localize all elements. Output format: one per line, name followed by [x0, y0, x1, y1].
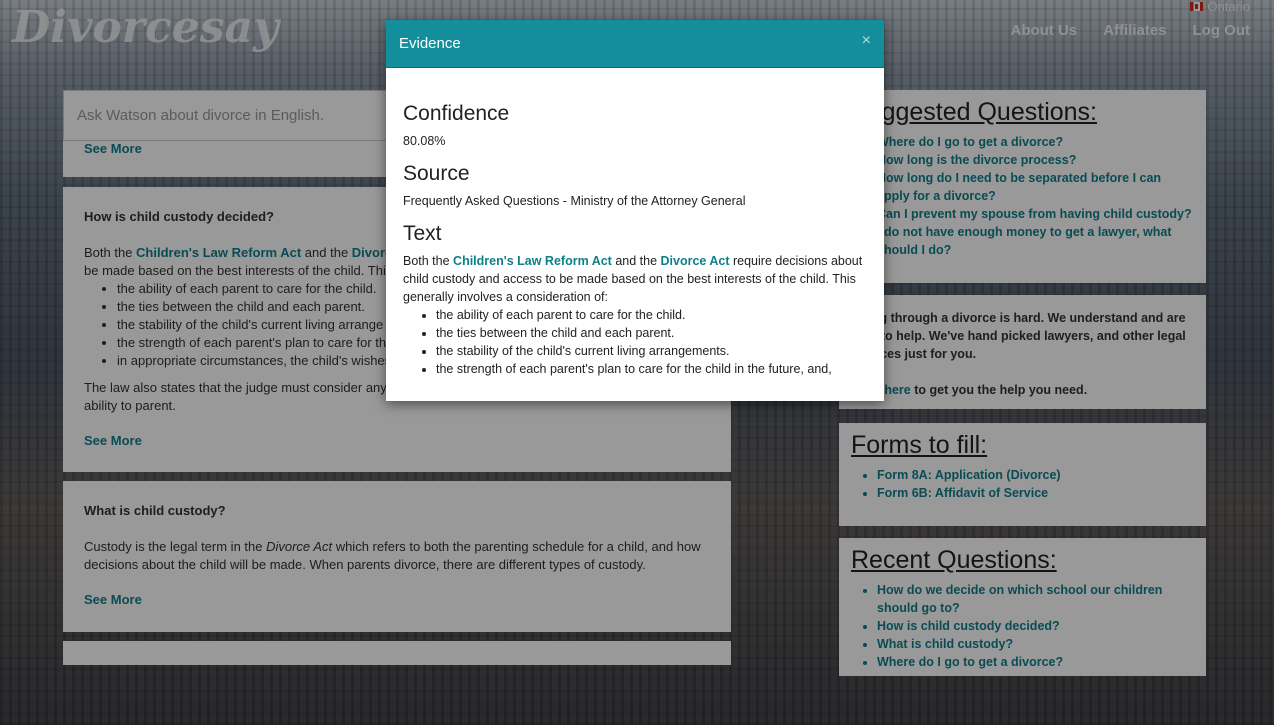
- evidence-modal: Evidence × Confidence 80.08% Source Freq…: [386, 20, 884, 401]
- text-heading: Text: [403, 222, 442, 245]
- list-item: the ability of each parent to care for t…: [436, 306, 867, 324]
- evidence-bullet-list: the ability of each parent to care for t…: [403, 306, 867, 378]
- modal-title: Evidence: [399, 35, 461, 52]
- list-item: the stability of the child's current liv…: [436, 342, 867, 360]
- evidence-text: Both the Children's Law Reform Act and t…: [403, 252, 867, 306]
- close-icon[interactable]: ×: [862, 32, 871, 50]
- text-fragment: Both the: [403, 254, 454, 268]
- list-item: the ties between the child and each pare…: [436, 324, 867, 342]
- text-fragment: and the: [611, 254, 661, 268]
- childrens-law-reform-act-link[interactable]: Children's Law Reform Act: [453, 254, 612, 268]
- modal-header: Evidence ×: [386, 20, 884, 68]
- confidence-value: 80.08%: [403, 134, 446, 148]
- list-item: the strength of each parent's plan to ca…: [436, 360, 867, 378]
- confidence-heading: Confidence: [403, 102, 510, 125]
- divorce-act-link[interactable]: Divorce Act: [661, 254, 730, 268]
- source-heading: Source: [403, 162, 470, 185]
- source-value: Frequently Asked Questions - Ministry of…: [403, 194, 746, 208]
- modal-body[interactable]: Confidence 80.08% Source Frequently Aske…: [386, 68, 884, 394]
